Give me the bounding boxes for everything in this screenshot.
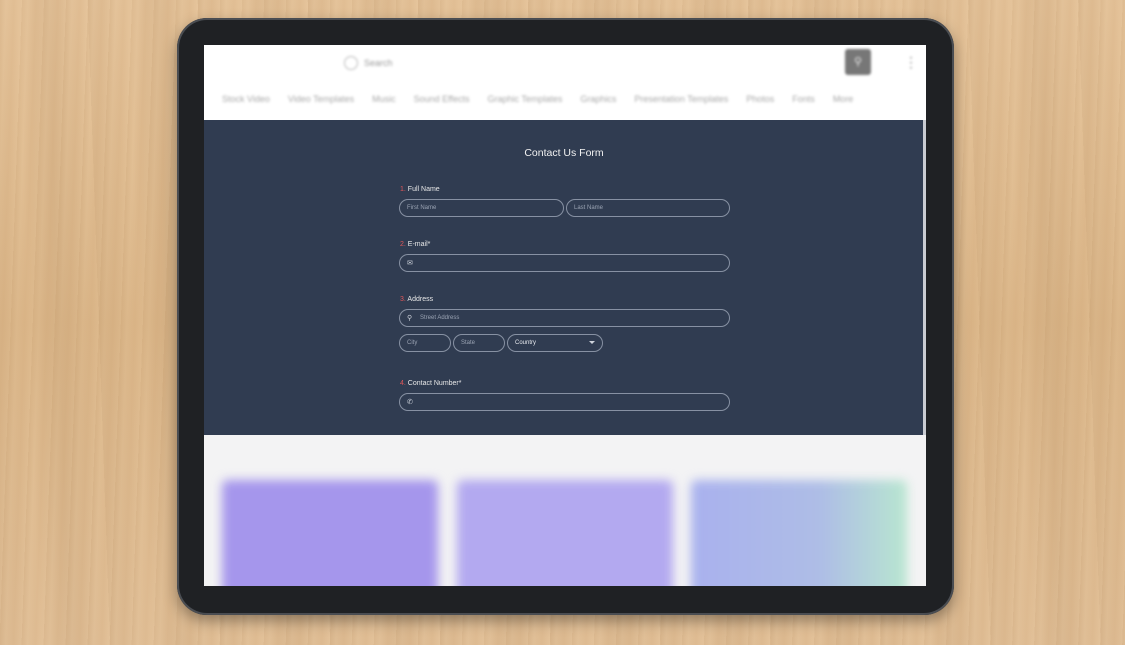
label-text: Full Name <box>407 186 440 193</box>
nav-item[interactable]: More <box>833 94 854 104</box>
tablet-screen: Search ⚲ ⋮ Stock Video Video Templates Mus… <box>204 45 926 586</box>
form-title: Contact Us Form <box>524 147 604 159</box>
state-field[interactable]: State <box>453 334 505 352</box>
contact-number-field[interactable]: ✆ <box>399 393 730 411</box>
chevron-down-icon <box>589 341 595 344</box>
section-number: 4. <box>400 380 406 387</box>
promo-card[interactable] <box>691 480 907 586</box>
more-vertical-icon[interactable]: ⋮ <box>904 55 918 69</box>
promo-card[interactable] <box>457 480 673 586</box>
label-text: Contact Number <box>407 380 459 387</box>
nav-item[interactable]: Music <box>372 94 396 104</box>
street-address-placeholder: Street Address <box>420 315 460 321</box>
last-name-field[interactable]: Last Name <box>566 199 730 217</box>
section-number: 2. <box>400 241 406 248</box>
nav-item[interactable]: Fonts <box>792 94 815 104</box>
required-marker: * <box>458 380 462 387</box>
location-pin-icon: ⚲ <box>407 315 413 322</box>
contact-number-label: 4. Contact Number* <box>400 380 462 387</box>
search-icon <box>344 56 358 70</box>
label-text: E-mail <box>407 241 428 248</box>
first-name-field[interactable]: First Name <box>399 199 564 217</box>
nav-item[interactable]: Graphic Templates <box>487 94 562 104</box>
nav-item[interactable]: Photos <box>746 94 774 104</box>
section-number: 1. <box>400 186 406 193</box>
site-header: Search ⚲ ⋮ Stock Video Video Templates Mus… <box>204 45 926 120</box>
promo-card[interactable] <box>222 480 438 586</box>
nav-item[interactable]: Sound Effects <box>414 94 470 104</box>
country-select[interactable]: Country <box>507 334 603 352</box>
email-label: 2. E-mail* <box>400 241 430 248</box>
address-label: 3. Address <box>400 296 433 303</box>
search-icon: ⚲ <box>853 56 863 68</box>
nav-item[interactable]: Video Templates <box>288 94 354 104</box>
search-button[interactable]: ⚲ <box>845 49 871 75</box>
country-value: Country <box>515 340 537 346</box>
mail-icon: ✉ <box>407 260 413 267</box>
label-text: Address <box>407 296 434 303</box>
last-name-placeholder: Last Name <box>574 205 604 211</box>
category-nav: Stock Video Video Templates Music Sound Eff… <box>222 94 871 104</box>
content-cards-area <box>204 435 926 586</box>
city-placeholder: City <box>407 340 418 346</box>
first-name-placeholder: First Name <box>407 205 437 211</box>
street-address-field[interactable]: ⚲ Street Address <box>399 309 730 327</box>
city-field[interactable]: City <box>399 334 451 352</box>
full-name-label: 1. Full Name <box>400 186 440 193</box>
contact-form-panel: Contact Us Form 1. Full Name First Name … <box>204 120 924 435</box>
phone-icon: ✆ <box>407 399 413 406</box>
email-field[interactable]: ✉ <box>399 254 730 272</box>
scrollbar[interactable] <box>923 120 926 435</box>
required-marker: * <box>427 241 431 248</box>
section-number: 3. <box>400 296 406 303</box>
nav-item[interactable]: Stock Video <box>222 94 270 104</box>
state-placeholder: State <box>461 340 476 346</box>
search-bar[interactable]: Search <box>344 53 644 73</box>
nav-item[interactable]: Graphics <box>580 94 616 104</box>
nav-item[interactable]: Presentation Templates <box>634 94 728 104</box>
search-input[interactable]: Search <box>364 58 393 68</box>
